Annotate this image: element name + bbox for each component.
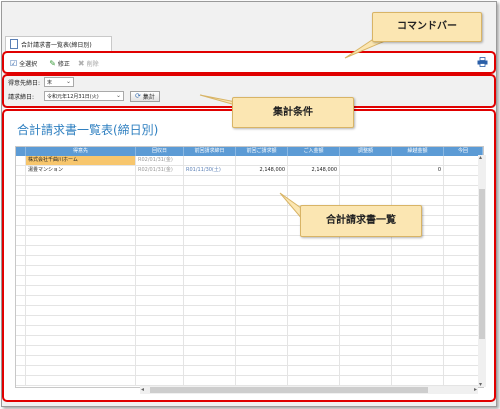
callout-command-bar: コマンドバー	[372, 12, 482, 42]
document-icon	[10, 39, 18, 49]
tab-invoice-list[interactable]: 合計請求書一覧表(締日別)	[5, 36, 112, 51]
callout-conditions: 集計条件	[232, 97, 354, 128]
tab-label: 合計請求書一覧表(締日別)	[21, 41, 92, 49]
callout-invoice-list: 合計請求書一覧	[300, 205, 422, 237]
list-highlight	[2, 109, 496, 402]
command-bar-highlight	[2, 51, 496, 74]
